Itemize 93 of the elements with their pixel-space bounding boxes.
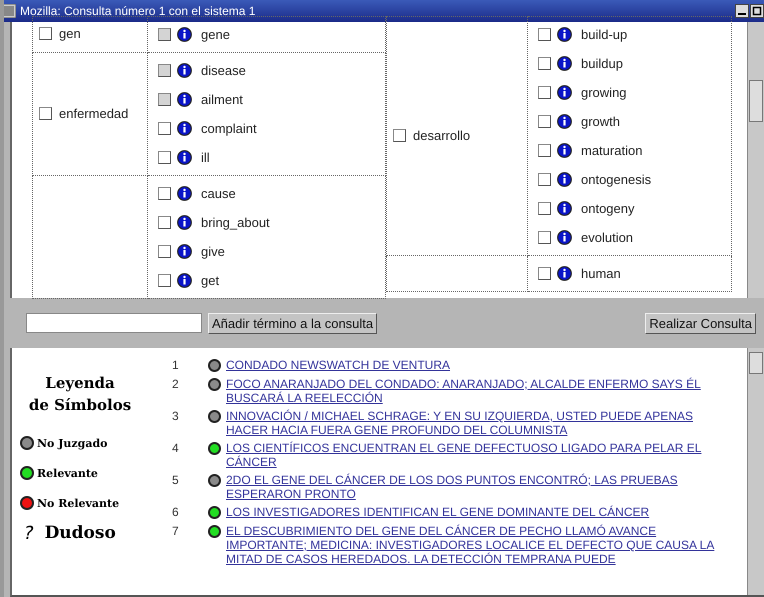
add-term-button[interactable]: Añadir término a la consulta bbox=[208, 312, 378, 334]
term-checkbox[interactable]: gen bbox=[39, 26, 81, 41]
info-icon[interactable] bbox=[557, 266, 572, 281]
synonym-label: give bbox=[201, 244, 225, 259]
info-icon[interactable] bbox=[557, 114, 572, 129]
synonym-label: gene bbox=[201, 27, 230, 42]
synonym-checkbox[interactable] bbox=[538, 86, 551, 99]
maximize-icon[interactable] bbox=[750, 4, 764, 18]
minimize-icon[interactable] bbox=[735, 4, 749, 18]
result-link[interactable]: CONDADO NEWSWATCH DE VENTURA bbox=[226, 358, 726, 372]
run-query-button[interactable]: Realizar Consulta bbox=[645, 312, 756, 334]
result-number: 7 bbox=[171, 524, 180, 539]
synonym-checkbox[interactable] bbox=[538, 28, 551, 41]
scrollbar[interactable] bbox=[747, 348, 764, 595]
window-title: Mozilla: Consulta número 1 con el sistema 1 bbox=[20, 4, 256, 18]
status-dot-icon[interactable] bbox=[208, 506, 221, 519]
status-dot-icon[interactable] bbox=[208, 359, 221, 372]
synonym-checkbox[interactable] bbox=[538, 57, 551, 70]
result-link[interactable]: LOS INVESTIGADORES IDENTIFICAN EL GENE DOMINANTE DEL CÁNCER bbox=[226, 505, 726, 519]
synonym-label: evolution bbox=[581, 230, 634, 245]
status-dot-icon[interactable] bbox=[208, 525, 221, 538]
synonym-label: ailment bbox=[201, 92, 243, 107]
synonym-checkbox[interactable] bbox=[158, 216, 171, 229]
synonym-checkbox[interactable] bbox=[538, 267, 551, 280]
result-number: 3 bbox=[171, 409, 180, 424]
synonym-checkbox[interactable] bbox=[158, 245, 171, 258]
result-number: 5 bbox=[171, 473, 180, 488]
status-dot-icon[interactable] bbox=[208, 410, 221, 423]
window-menu-icon[interactable] bbox=[4, 4, 16, 18]
synonym-label: ontogeny bbox=[581, 201, 634, 216]
synonym-label: human bbox=[581, 266, 621, 281]
synonym-checkbox[interactable] bbox=[158, 274, 171, 287]
synonym-label: buildup bbox=[581, 56, 623, 71]
info-icon[interactable] bbox=[177, 92, 192, 107]
synonym-checkbox[interactable] bbox=[158, 187, 171, 200]
info-icon[interactable] bbox=[177, 150, 192, 165]
synonym-label: complaint bbox=[201, 121, 257, 136]
result-link[interactable]: LOS CIENTÍFICOS ENCUENTRAN EL GENE DEFECTUOSO LIGADO PARA PELAR EL CÁNCER bbox=[226, 441, 726, 469]
scrollbar[interactable] bbox=[747, 22, 764, 298]
info-icon[interactable] bbox=[177, 215, 192, 230]
term-label: gen bbox=[59, 26, 81, 41]
status-dot-icon[interactable] bbox=[208, 442, 221, 455]
info-icon[interactable] bbox=[177, 273, 192, 288]
info-icon[interactable] bbox=[177, 27, 192, 42]
result-link[interactable]: 2DO EL GENE DEL CÁNCER DE LOS DOS PUNTOS ENCONTRÓ; LAS PRUEBAS ESPERARON PRONTO bbox=[226, 473, 726, 501]
synonym-label: bring_about bbox=[201, 215, 270, 230]
info-icon[interactable] bbox=[177, 121, 192, 136]
result-link[interactable]: EL DESCUBRIMIENTO DEL GENE DEL CÁNCER DE PECHO LLAMÓ AVANCE IMPORTANTE; MEDICINA: INVESTIGADORES LOCALICE EL DEFECTO QUE CAUSA LA MITAD DE CASOS HEREDADOS. LA DETECCIÓN TEMPRANA PUEDE bbox=[226, 524, 726, 566]
info-icon[interactable] bbox=[557, 27, 572, 42]
legend-title: Leyenda de Símbolos bbox=[28, 373, 132, 416]
synonym-checkbox[interactable] bbox=[538, 202, 551, 215]
synonym-checkbox[interactable] bbox=[538, 173, 551, 186]
info-icon[interactable] bbox=[557, 56, 572, 71]
status-dot-icon[interactable] bbox=[208, 474, 221, 487]
term-checkbox[interactable]: desarrollo bbox=[393, 128, 470, 142]
synonym-label: get bbox=[201, 273, 220, 288]
synonym-checkbox[interactable] bbox=[538, 144, 551, 157]
term-label: enfermedad bbox=[59, 106, 128, 120]
info-icon[interactable] bbox=[557, 143, 572, 158]
synonym-label: ill bbox=[201, 150, 210, 165]
legend-label: Dudoso bbox=[44, 523, 116, 543]
result-link[interactable]: INNOVACIÓN / MICHAEL SCHRAGE: Y EN SU IZQUIERDA, USTED PUEDE APENAS HACER HACIA FUERA GENE PROFUNDO DEL COLUMNISTA bbox=[226, 409, 726, 437]
result-number: 6 bbox=[171, 505, 180, 520]
legend-label: Relevante bbox=[37, 466, 98, 480]
term-input-field[interactable] bbox=[26, 313, 202, 333]
term-label: desarrollo bbox=[413, 128, 470, 142]
synonym-checkbox[interactable] bbox=[158, 122, 171, 135]
synonym-checkbox[interactable] bbox=[538, 231, 551, 244]
result-number: 1 bbox=[171, 358, 180, 373]
synonym-label: ontogenesis bbox=[581, 172, 652, 187]
info-icon[interactable] bbox=[557, 201, 572, 216]
synonym-label: growth bbox=[581, 114, 620, 129]
question-mark: ? bbox=[24, 522, 34, 544]
synonym-label: cause bbox=[201, 186, 236, 201]
result-number: 4 bbox=[171, 441, 180, 456]
synonym-label: disease bbox=[201, 63, 246, 78]
term-checkbox[interactable]: enfermedad bbox=[39, 106, 128, 120]
info-icon[interactable] bbox=[557, 172, 572, 187]
synonym-label: build-up bbox=[581, 27, 628, 42]
result-link[interactable]: FOCO ANARANJADO DEL CONDADO: ANARANJADO; ALCALDE ENFERMO SAYS ÉL BUSCARÁ LA REELECCIÓN bbox=[226, 377, 726, 405]
legend-label: No Juzgado bbox=[37, 436, 108, 450]
status-dot-icon[interactable] bbox=[208, 378, 221, 391]
info-icon[interactable] bbox=[557, 230, 572, 245]
legend-label: No Relevante bbox=[37, 496, 120, 510]
info-icon[interactable] bbox=[177, 186, 192, 201]
synonym-checkbox[interactable] bbox=[158, 151, 171, 164]
synonym-label: maturation bbox=[581, 143, 642, 158]
synonym-checkbox[interactable] bbox=[538, 115, 551, 128]
info-icon[interactable] bbox=[557, 85, 572, 100]
info-icon[interactable] bbox=[177, 244, 192, 259]
info-icon[interactable] bbox=[177, 63, 192, 78]
synonym-label: growing bbox=[581, 85, 627, 100]
result-number: 2 bbox=[171, 377, 180, 392]
